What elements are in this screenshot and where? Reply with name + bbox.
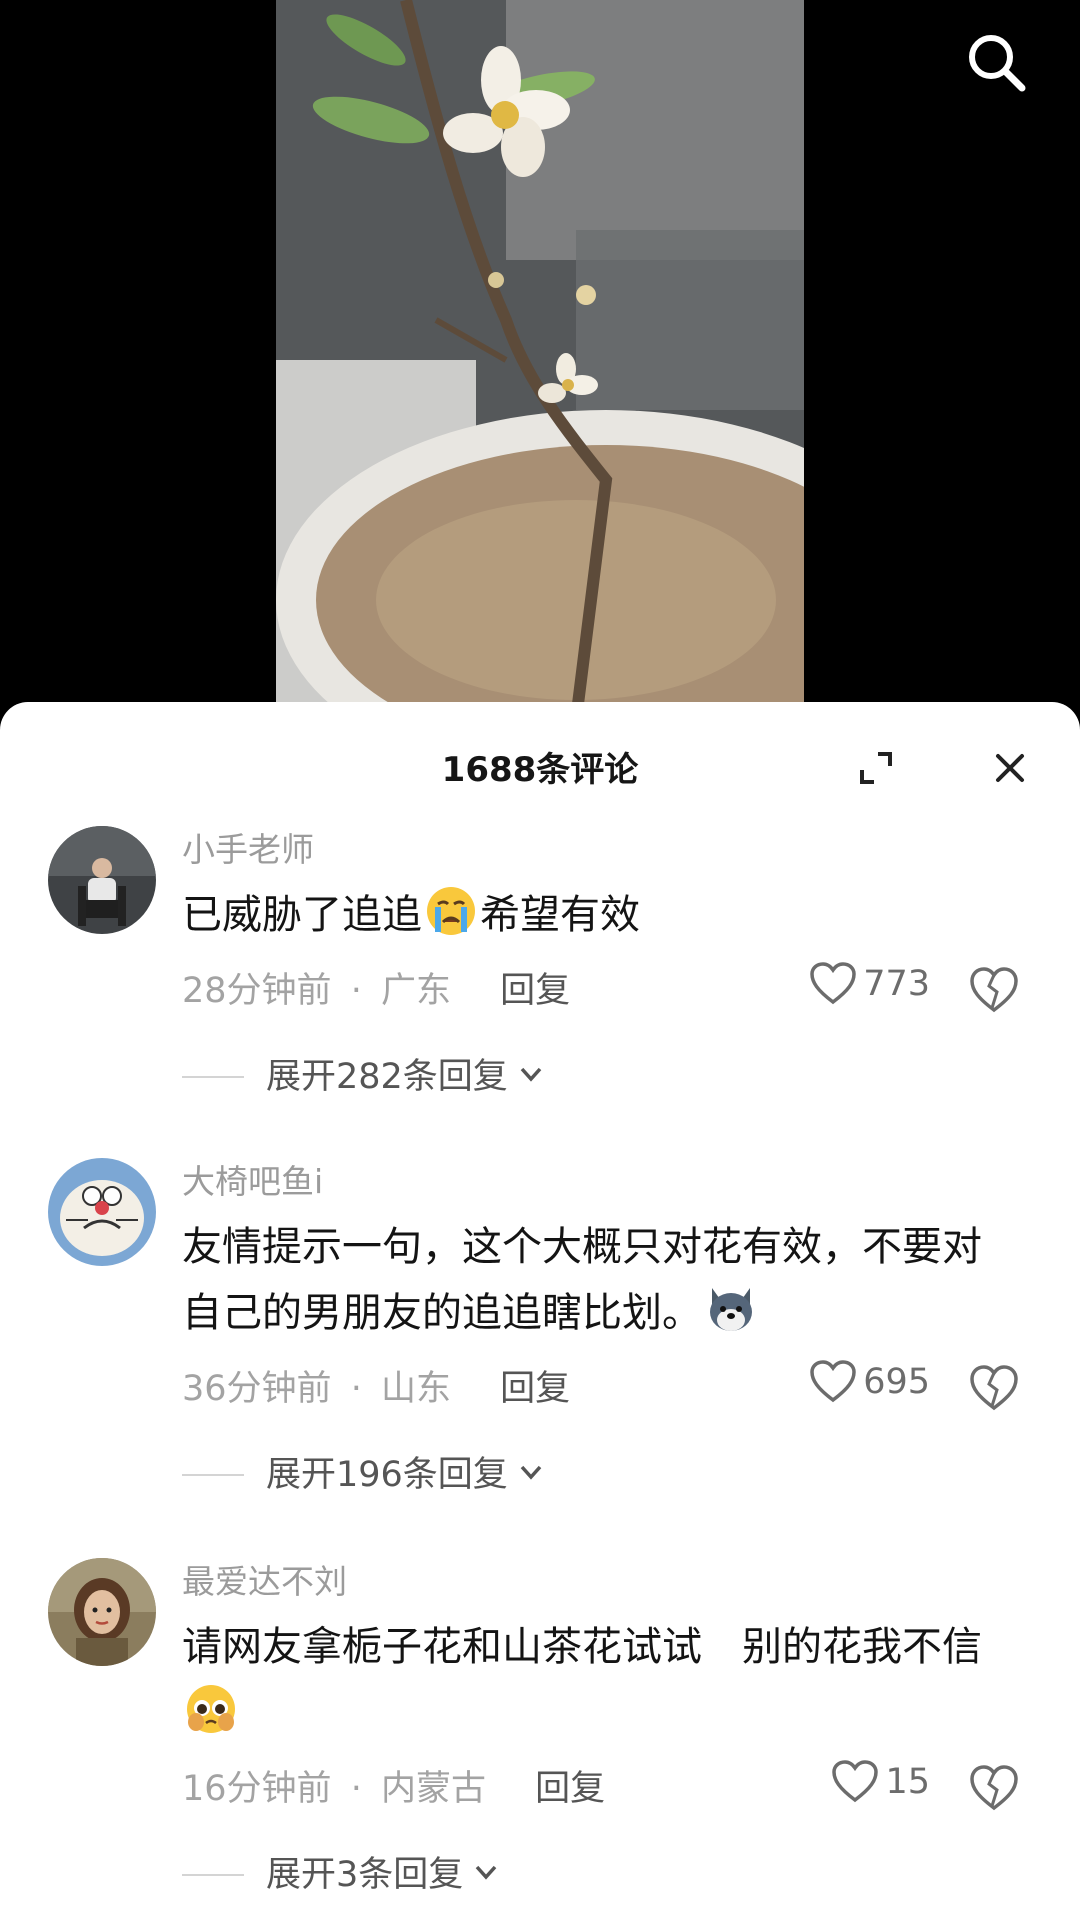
chevron-down-icon bbox=[520, 1465, 542, 1480]
avatar[interactable] bbox=[48, 1558, 156, 1666]
heart-icon bbox=[810, 962, 856, 1005]
username[interactable]: 最爱达不刘 bbox=[182, 1558, 1020, 1606]
comment-time: 16分钟前 bbox=[182, 1769, 332, 1809]
search-icon bbox=[969, 35, 1026, 92]
expand-replies[interactable]: 展开3条回复 bbox=[182, 1846, 1020, 1902]
like-count: 773 bbox=[863, 964, 930, 1004]
video-player[interactable] bbox=[0, 0, 1080, 720]
comment-location: 内蒙古 bbox=[380, 1769, 486, 1809]
broken-heart-icon[interactable] bbox=[968, 1362, 1020, 1414]
comment-meta: 28分钟前 · 广东 回复 773 bbox=[182, 962, 1020, 1018]
like-button[interactable]: 695 bbox=[809, 1360, 930, 1404]
chevron-down-icon bbox=[475, 1865, 497, 1880]
comment-text-part: 希望有效 bbox=[480, 892, 640, 938]
comment-text-part: 请网友拿栀子花和山茶花试试 别的花我不信 bbox=[182, 1624, 982, 1670]
search-button[interactable] bbox=[960, 26, 1032, 98]
comment-text: 请网友拿栀子花和山茶花试试 别的花我不信 bbox=[182, 1614, 1020, 1746]
meta-separator: · bbox=[350, 1769, 362, 1809]
broken-heart-icon[interactable] bbox=[968, 964, 1020, 1016]
sheet-header: 1688条评论 bbox=[0, 702, 1080, 826]
reply-button[interactable]: 回复 bbox=[500, 1369, 570, 1409]
crying-face-icon bbox=[427, 887, 475, 935]
like-button[interactable]: 773 bbox=[809, 962, 930, 1006]
video-frame[interactable] bbox=[276, 0, 804, 720]
meta-separator: · bbox=[350, 971, 362, 1011]
reply-button[interactable]: 回复 bbox=[500, 971, 570, 1011]
like-count: 695 bbox=[863, 1362, 930, 1402]
expand-replies[interactable]: 展开282条回复 bbox=[182, 1048, 1020, 1104]
divider bbox=[182, 1474, 244, 1476]
heart-icon bbox=[810, 1360, 856, 1403]
close-icon bbox=[996, 754, 1024, 782]
meta-separator: · bbox=[350, 1369, 362, 1409]
comment-text: 友情提示一句，这个大概只对花有效，不要对自己的男朋友的追追瞎比划。 bbox=[182, 1214, 1020, 1346]
chevron-down-icon bbox=[520, 1067, 542, 1082]
divider bbox=[182, 1874, 244, 1876]
comment-location: 山东 bbox=[380, 1369, 451, 1409]
video-still-plant bbox=[276, 0, 804, 720]
divider bbox=[182, 1076, 244, 1078]
comment-time: 28分钟前 bbox=[182, 971, 332, 1011]
heart-icon bbox=[832, 1760, 879, 1803]
expand-replies-label: 展开196条回复 bbox=[266, 1455, 508, 1495]
expand-replies-label: 展开3条回复 bbox=[266, 1855, 464, 1895]
like-button[interactable]: 15 bbox=[831, 1760, 930, 1804]
avatar[interactable] bbox=[48, 826, 156, 934]
avatar[interactable] bbox=[48, 1158, 156, 1266]
comment-location: 广东 bbox=[380, 971, 451, 1011]
comment-text: 已威胁了追追 希望有效 bbox=[182, 882, 1020, 948]
comment-meta: 16分钟前 · 内蒙古 回复 15 bbox=[182, 1760, 1020, 1816]
username[interactable]: 大椅吧鱼i bbox=[182, 1158, 1020, 1206]
comment-meta: 36分钟前 · 山东 回复 695 bbox=[182, 1360, 1020, 1416]
comment-time: 36分钟前 bbox=[182, 1369, 332, 1409]
expand-replies[interactable]: 展开196条回复 bbox=[182, 1446, 1020, 1502]
comments-count-title: 1688条评论 bbox=[441, 750, 639, 790]
husky-dog-icon bbox=[710, 1288, 752, 1331]
broken-heart-icon[interactable] bbox=[968, 1762, 1020, 1814]
pleading-face-icon bbox=[187, 1685, 235, 1733]
expand-icon bbox=[860, 752, 892, 784]
reply-button[interactable]: 回复 bbox=[535, 1769, 605, 1809]
close-button[interactable] bbox=[988, 746, 1032, 790]
comment-text-part: 已威胁了追追 bbox=[182, 892, 422, 938]
expand-replies-label: 展开282条回复 bbox=[266, 1057, 508, 1097]
username[interactable]: 小手老师 bbox=[182, 826, 1020, 874]
like-count: 15 bbox=[885, 1762, 930, 1802]
comments-sheet: 1688条评论 小手老师 已威胁了追追 希望有效 28分钟前 · 广东 回复 7… bbox=[0, 702, 1080, 1920]
comment-text-part: 友情提示一句，这个大概只对花有效，不要对自己的男朋友的追追瞎比划。 bbox=[182, 1224, 982, 1336]
expand-button[interactable] bbox=[854, 746, 898, 790]
